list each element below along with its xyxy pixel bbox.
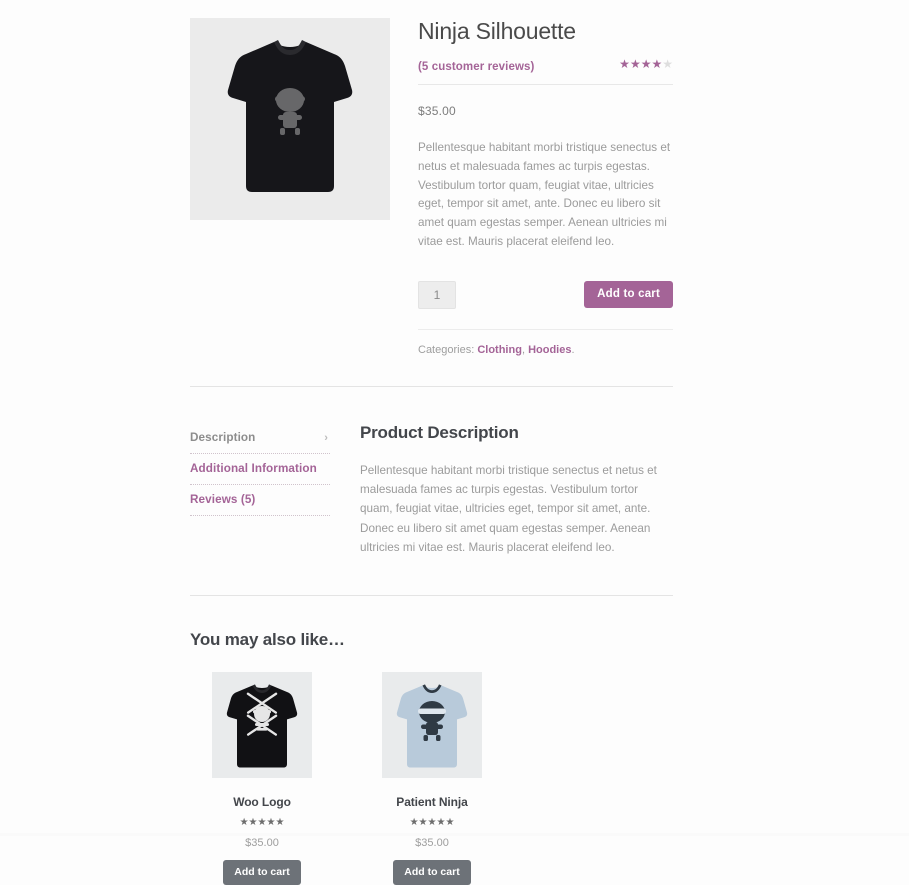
add-to-cart-button[interactable]: Add to cart	[584, 281, 673, 309]
star-empty: ★	[275, 816, 285, 828]
tab-label: Additional Information	[190, 462, 317, 476]
star-filled: ★	[409, 816, 419, 828]
page-title: Ninja Silhouette	[418, 18, 576, 44]
star-empty: ★	[662, 56, 673, 71]
tab-additional-information[interactable]: Additional Information	[190, 454, 330, 486]
star-filled: ★	[619, 56, 630, 71]
categories-label: Categories:	[418, 344, 475, 357]
product-thumbnail[interactable]	[382, 671, 482, 778]
add-to-cart-form: Add to cart	[418, 281, 673, 315]
add-to-cart-button[interactable]: Add to cart	[393, 859, 471, 885]
customer-reviews-link[interactable]: (5 customer reviews)	[418, 61, 534, 73]
tshirt-woo-logo-icon	[212, 671, 312, 778]
upsells-section: You may also like… Woo Logo ★★★★★ $35.00 Ad…	[190, 596, 673, 885]
star-filled: ★	[651, 56, 663, 71]
rating-row: (5 customer reviews) ★★★★★	[418, 57, 673, 73]
cart-divider	[418, 329, 673, 331]
star-filled: ★	[418, 816, 428, 828]
chevron-right-icon: ›	[324, 432, 328, 445]
category-link-clothing[interactable]: Clothing	[477, 344, 522, 356]
tshirt-patient-ninja-icon	[382, 671, 482, 778]
tshirt-black-ninja-icon	[190, 18, 390, 220]
category-link-hoodies[interactable]: Hoodies	[528, 344, 571, 356]
add-to-cart-button[interactable]: Add to cart	[223, 859, 301, 885]
star-filled: ★	[239, 816, 249, 828]
product-card: Patient Ninja ★★★★★ $35.00 Add to cart	[382, 671, 482, 885]
quantity-input[interactable]	[418, 281, 456, 310]
star-filled: ★	[248, 816, 258, 828]
star-half: ★	[445, 816, 455, 828]
product-price: $35.00	[415, 836, 449, 849]
product-thumbnail[interactable]	[212, 671, 312, 778]
star-rating: ★★★★★	[212, 816, 312, 828]
product-price: $35.00	[245, 836, 279, 849]
product-image[interactable]	[190, 18, 390, 220]
tab-description[interactable]: Description ›	[190, 423, 330, 455]
product-name[interactable]: Patient Ninja	[382, 795, 482, 809]
content-column: Ninja Silhouette (5 customer reviews) ★★…	[190, 0, 673, 885]
panel-title: Product Description	[360, 423, 519, 443]
summary-divider	[418, 83, 673, 85]
categories-links: Clothing, Hoodies.	[477, 344, 575, 357]
product-card: Woo Logo ★★★★★ $35.00 Add to cart	[212, 671, 312, 885]
product-summary: Ninja Silhouette (5 customer reviews) ★★…	[190, 0, 673, 356]
product-categories: Categories: Clothing, Hoodies.	[418, 344, 673, 356]
product-summary-text: Ninja Silhouette (5 customer reviews) ★★…	[418, 18, 673, 356]
short-description: Pellentesque habitant morbi tristique se…	[418, 140, 671, 249]
panel-body: Pellentesque habitant morbi tristique se…	[360, 464, 657, 554]
star-filled: ★	[629, 56, 641, 71]
product-name[interactable]: Woo Logo	[212, 795, 312, 809]
star-rating: ★★★★★	[382, 816, 482, 828]
upsells-grid: Woo Logo ★★★★★ $35.00 Add to cart Patient Ni…	[190, 671, 673, 885]
tab-panel-description: Product Description Pellentesque habitan…	[360, 423, 673, 556]
tab-label: Description	[190, 431, 256, 445]
tab-list: Description › Additional Information Review…	[190, 423, 330, 517]
product-page: Ninja Silhouette (5 customer reviews) ★★…	[0, 0, 909, 885]
product-tabs: Description › Additional Information Review…	[190, 387, 673, 556]
tab-reviews-5[interactable]: Reviews (5)	[190, 485, 330, 517]
tab-label: Reviews (5)	[190, 493, 256, 507]
star-filled: ★	[640, 56, 652, 71]
star-rating: ★★★★★	[619, 58, 673, 70]
upsells-title: You may also like…	[190, 629, 345, 649]
product-price: $35.00	[418, 103, 456, 118]
